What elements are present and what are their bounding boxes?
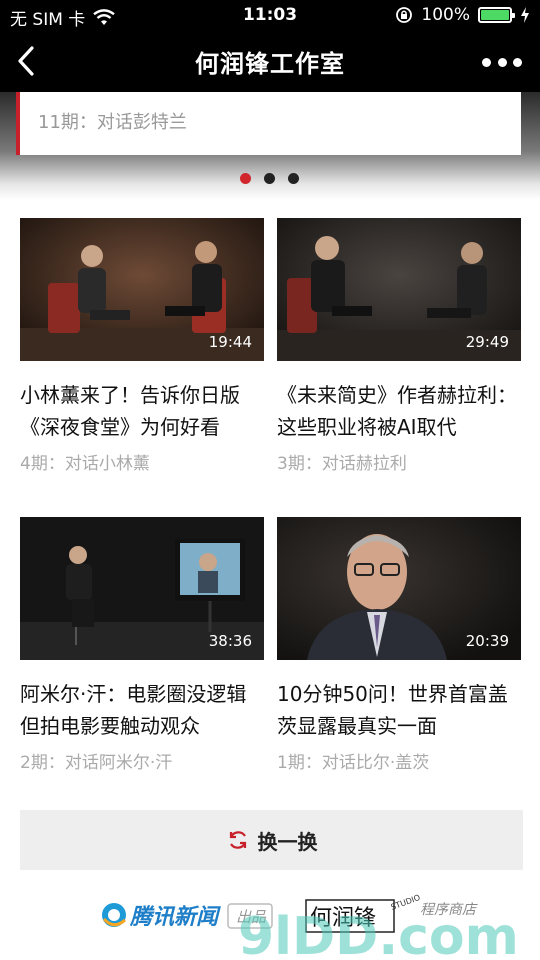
video-episode: 3期：对话赫拉利 [277, 454, 407, 474]
status-right: 100% [395, 5, 530, 25]
banner-card[interactable]: 11期：对话彭特兰 [16, 92, 521, 155]
carousel-dot[interactable] [288, 173, 299, 184]
carousel-dot[interactable] [264, 173, 275, 184]
refresh-label: 换一换 [257, 829, 318, 854]
video-episode: 4期：对话小林薰 [20, 454, 150, 474]
battery-percent: 100% [421, 5, 470, 25]
banner-text: 11期：对话彭特兰 [38, 112, 187, 133]
video-episode: 1期：对话比尔·盖茨 [277, 753, 430, 773]
video-thumbnail[interactable]: 20:39 [277, 517, 521, 660]
video-title[interactable]: 《未来简史》作者赫拉利：这些职业将被AI取代 [277, 379, 521, 443]
video-title[interactable]: 小林薰来了！告诉你日版《深夜食堂》为何好看 [20, 379, 264, 443]
watermark-note: 程序商店 [420, 902, 478, 918]
video-card[interactable]: 29:49 《未来简史》作者赫拉利：这些职业将被AI取代 3期：对话赫拉利 [277, 218, 521, 474]
battery-icon [478, 7, 515, 23]
video-duration: 29:49 [465, 333, 509, 351]
carousel-dot[interactable] [240, 173, 251, 184]
navigation-bar: 何润锋工作室 [0, 30, 540, 92]
refresh-button[interactable]: 换一换 [20, 810, 523, 870]
footer-logo-strip: 腾讯新闻 出品 何润锋 STUDIO 9lDD.com 程序商店 [102, 893, 519, 960]
video-episode: 2期：对话阿米尔·汗 [20, 753, 173, 773]
video-thumbnail[interactable]: 29:49 [277, 218, 521, 361]
page-title: 何润锋工作室 [195, 50, 345, 78]
video-thumbnail[interactable]: 38:36 [20, 517, 264, 660]
watermark-logo: 9lDD.com [238, 907, 519, 960]
orientation-lock-icon [396, 7, 413, 23]
video-duration: 19:44 [208, 333, 252, 351]
status-bar: 无 SIM 卡 11:03 100% [0, 0, 540, 30]
refresh-icon [229, 831, 246, 849]
carousel-pagination [240, 173, 299, 184]
video-duration: 38:36 [208, 632, 252, 650]
video-card[interactable]: 38:36 阿米尔·汗：电影圈没逻辑 但拍电影要触动观众 2期：对话阿米尔·汗 [20, 517, 264, 773]
video-title[interactable]: 10分钟50问！世界首富盖茨显露最真实一面 [277, 678, 521, 742]
video-thumbnail[interactable]: 19:44 [20, 218, 264, 361]
footer-branding: 腾讯新闻 出品 何润锋 STUDIO 9lDD.com 程序商店 [0, 880, 540, 960]
video-card[interactable]: 19:44 小林薰来了！告诉你日版《深夜食堂》为何好看 4期：对话小林薰 [20, 218, 264, 474]
video-title[interactable]: 阿米尔·汗：电影圈没逻辑 但拍电影要触动观众 [20, 678, 264, 742]
more-menu-icon[interactable] [482, 50, 522, 74]
video-card[interactable]: 20:39 10分钟50问！世界首富盖茨显露最真实一面 1期：对话比尔·盖茨 [277, 517, 521, 773]
charging-icon [521, 7, 529, 23]
tencent-news-logo: 腾讯新闻 [129, 904, 221, 930]
video-duration: 20:39 [465, 632, 509, 650]
